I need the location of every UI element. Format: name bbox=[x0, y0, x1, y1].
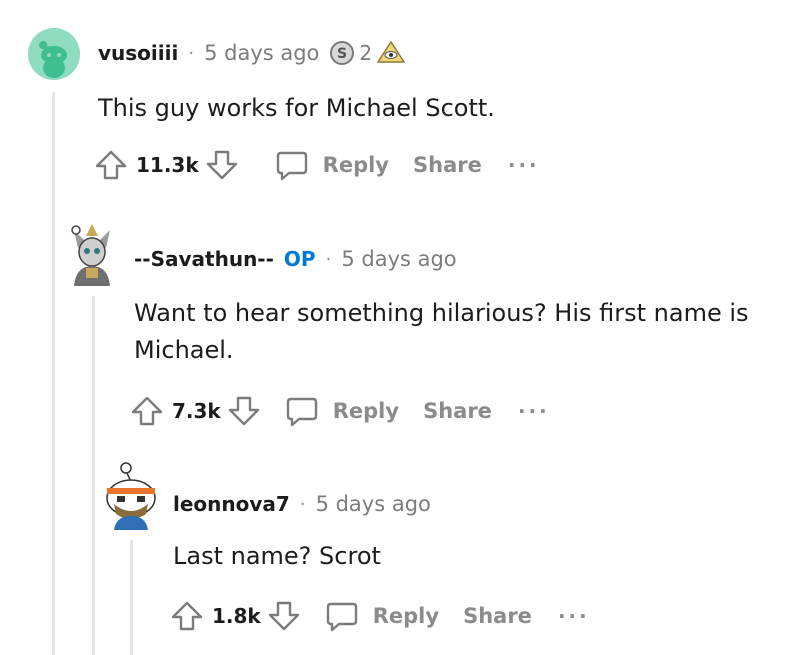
reply-button[interactable]: Reply bbox=[325, 599, 439, 633]
comment-meta: vusoiiii · 5 days ago S 2 bbox=[98, 40, 406, 66]
upvote-icon[interactable] bbox=[94, 148, 128, 182]
downvote-icon[interactable] bbox=[267, 599, 301, 633]
separator-dot: · bbox=[325, 248, 332, 270]
share-button[interactable]: Share bbox=[463, 604, 532, 628]
reply-label: Reply bbox=[332, 399, 400, 423]
avatar[interactable] bbox=[28, 28, 80, 80]
comment-actions: 7.3k Reply Share ··· bbox=[130, 394, 550, 428]
comment-body: Last name? Scrot bbox=[173, 542, 381, 570]
svg-text:S: S bbox=[337, 46, 347, 62]
avatar[interactable] bbox=[100, 462, 162, 532]
character-avatar-icon bbox=[71, 224, 110, 286]
upvote-icon[interactable] bbox=[130, 394, 164, 428]
score: 7.3k bbox=[172, 399, 221, 423]
timestamp[interactable]: 5 days ago bbox=[341, 247, 456, 271]
downvote-icon[interactable] bbox=[205, 148, 239, 182]
reply-button[interactable]: Reply bbox=[275, 148, 389, 182]
award-count: 2 bbox=[359, 41, 373, 65]
reply-button[interactable]: Reply bbox=[285, 394, 399, 428]
separator-dot: · bbox=[299, 493, 306, 515]
score: 11.3k bbox=[136, 153, 199, 177]
more-options-button[interactable]: ··· bbox=[518, 399, 550, 423]
username[interactable]: vusoiiii bbox=[98, 41, 178, 65]
reply-label: Reply bbox=[322, 153, 389, 177]
snoo-avatar-icon bbox=[106, 462, 156, 530]
upvote-icon[interactable] bbox=[170, 599, 204, 633]
snoo-avatar-icon bbox=[28, 28, 80, 80]
award-group[interactable]: S 2 bbox=[329, 40, 406, 66]
thread-line-level3[interactable] bbox=[130, 540, 133, 655]
reply-label: Reply bbox=[372, 604, 440, 628]
username[interactable]: --Savathun-- bbox=[134, 247, 274, 271]
username[interactable]: leonnova7 bbox=[173, 492, 290, 516]
comment-actions: 1.8k Reply Share ··· bbox=[170, 599, 590, 633]
share-button[interactable]: Share bbox=[423, 399, 492, 423]
more-options-button[interactable]: ··· bbox=[558, 604, 590, 628]
avatar[interactable] bbox=[64, 222, 120, 286]
score: 1.8k bbox=[212, 604, 261, 628]
helpful-award-icon bbox=[376, 40, 406, 63]
share-button[interactable]: Share bbox=[413, 153, 482, 177]
comment-meta: --Savathun-- OP · 5 days ago bbox=[134, 247, 457, 271]
downvote-icon[interactable] bbox=[227, 394, 261, 428]
op-badge: OP bbox=[283, 247, 316, 271]
thread-line-level1[interactable] bbox=[52, 92, 55, 655]
timestamp[interactable]: 5 days ago bbox=[204, 41, 319, 65]
comment-meta: leonnova7 · 5 days ago bbox=[173, 492, 431, 516]
silver-award-icon: S bbox=[330, 41, 355, 65]
comment-bubble-icon bbox=[276, 151, 307, 181]
comment-body: Want to hear something hilarious? His fi… bbox=[134, 299, 749, 364]
comment-body: This guy works for Michael Scott. bbox=[98, 94, 495, 122]
timestamp[interactable]: 5 days ago bbox=[316, 492, 431, 516]
thread-line-level2[interactable] bbox=[92, 296, 95, 655]
comment-actions: 11.3k Reply Share ··· bbox=[94, 148, 540, 182]
comment-bubble-icon bbox=[326, 602, 357, 632]
comment-bubble-icon bbox=[286, 397, 317, 427]
more-options-button[interactable]: ··· bbox=[508, 153, 540, 177]
separator-dot: · bbox=[188, 42, 195, 64]
